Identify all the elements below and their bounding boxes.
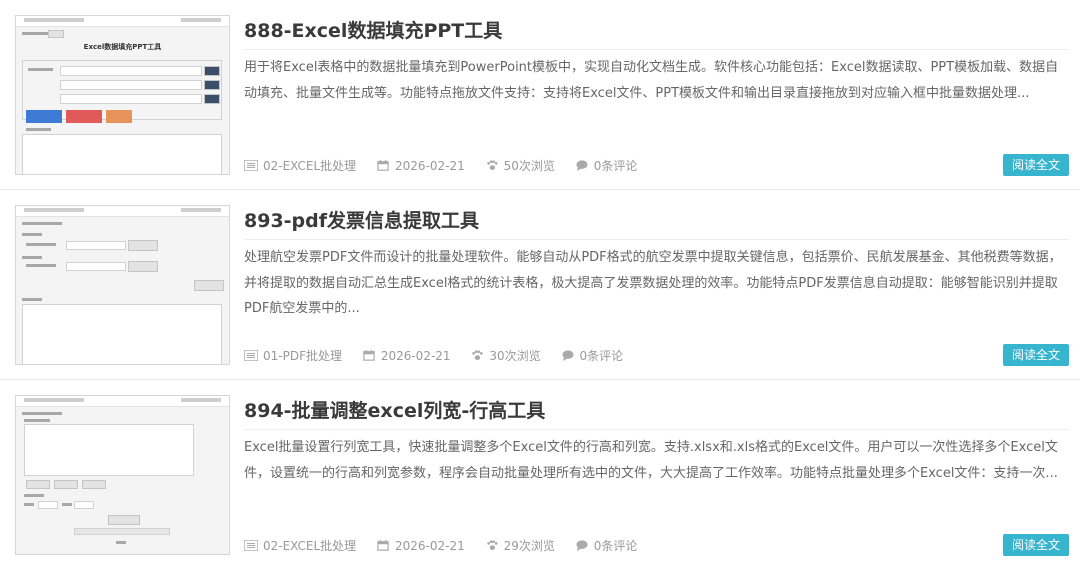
post-thumbnail[interactable]: [15, 395, 230, 555]
post-views: 30次浏览: [470, 347, 541, 364]
list-icon: [244, 350, 258, 361]
post-thumbnail[interactable]: Excel数据填充PPT工具: [15, 15, 230, 175]
post-excerpt: Excel批量设置行列宽工具，快速批量调整多个Excel文件的行高和列宽。支持.…: [244, 440, 1058, 481]
post-card: 894-批量调整excel列宽-行高工具 Excel批量设置行列宽工具，快速批量…: [0, 380, 1080, 570]
post-views: 50次浏览: [485, 157, 555, 174]
thumb-heading: Excel数据填充PPT工具: [83, 43, 162, 51]
post-title[interactable]: 893-pdf发票信息提取工具: [244, 206, 479, 233]
post-excerpt: 处理航空发票PDF文件而设计的批量处理软件。能够自动从PDF格式的航空发票中提取…: [244, 250, 1062, 316]
post-category[interactable]: 01-PDF批处理: [244, 347, 342, 364]
comments-label: 0条评论: [593, 159, 638, 173]
calendar-icon: [377, 540, 389, 551]
post-comments[interactable]: 0条评论: [561, 347, 624, 364]
post-meta: 02-EXCEL批处理 2026-02-21 50次浏览 0条评论: [244, 157, 653, 174]
category-label: 02-EXCEL批处理: [263, 159, 357, 173]
post-title[interactable]: 888-Excel数据填充PPT工具: [244, 16, 502, 43]
post-date: 2026-02-21: [362, 349, 451, 363]
comment-icon: [562, 350, 573, 361]
views-label: 30次浏览: [489, 349, 541, 363]
list-icon: [244, 540, 258, 551]
post-meta: 02-EXCEL批处理 2026-02-21 29次浏览 0条评论: [244, 537, 653, 554]
paw-icon: [486, 540, 498, 550]
post-thumbnail[interactable]: [15, 205, 230, 365]
post-date: 2026-02-21: [376, 539, 465, 553]
category-label: 02-EXCEL批处理: [263, 539, 357, 553]
post-meta: 01-PDF批处理 2026-02-21 30次浏览 0条评论: [244, 347, 639, 364]
read-more-button[interactable]: 阅读全文: [1003, 344, 1069, 366]
date-label: 2026-02-21: [395, 159, 465, 173]
post-comments[interactable]: 0条评论: [575, 157, 638, 174]
post-views: 29次浏览: [485, 537, 555, 554]
post-card: Excel数据填充PPT工具 888-Excel数据填充PPT工具 用于将Exc…: [0, 0, 1080, 190]
comment-icon: [576, 160, 588, 171]
post-date: 2026-02-21: [376, 159, 465, 173]
date-label: 2026-02-21: [395, 539, 465, 553]
comment-icon: [576, 540, 588, 551]
post-comments[interactable]: 0条评论: [575, 537, 638, 554]
post-card: 893-pdf发票信息提取工具 处理航空发票PDF文件而设计的批量处理软件。能够…: [0, 190, 1080, 380]
views-label: 50次浏览: [503, 159, 555, 173]
calendar-icon: [363, 350, 375, 361]
comments-label: 0条评论: [579, 349, 624, 363]
category-label: 01-PDF批处理: [263, 349, 342, 363]
paw-icon: [486, 160, 498, 170]
post-category[interactable]: 02-EXCEL批处理: [244, 537, 356, 554]
comments-label: 0条评论: [593, 539, 638, 553]
calendar-icon: [377, 160, 389, 171]
post-category[interactable]: 02-EXCEL批处理: [244, 157, 356, 174]
post-excerpt: 用于将Excel表格中的数据批量填充到PowerPoint模板中，实现自动化文档…: [244, 60, 1059, 101]
list-icon: [244, 160, 258, 171]
views-label: 29次浏览: [503, 539, 555, 553]
post-title[interactable]: 894-批量调整excel列宽-行高工具: [244, 396, 545, 423]
date-label: 2026-02-21: [380, 349, 451, 363]
read-more-button[interactable]: 阅读全文: [1003, 154, 1069, 176]
paw-icon: [472, 350, 483, 360]
read-more-button[interactable]: 阅读全文: [1003, 534, 1069, 556]
